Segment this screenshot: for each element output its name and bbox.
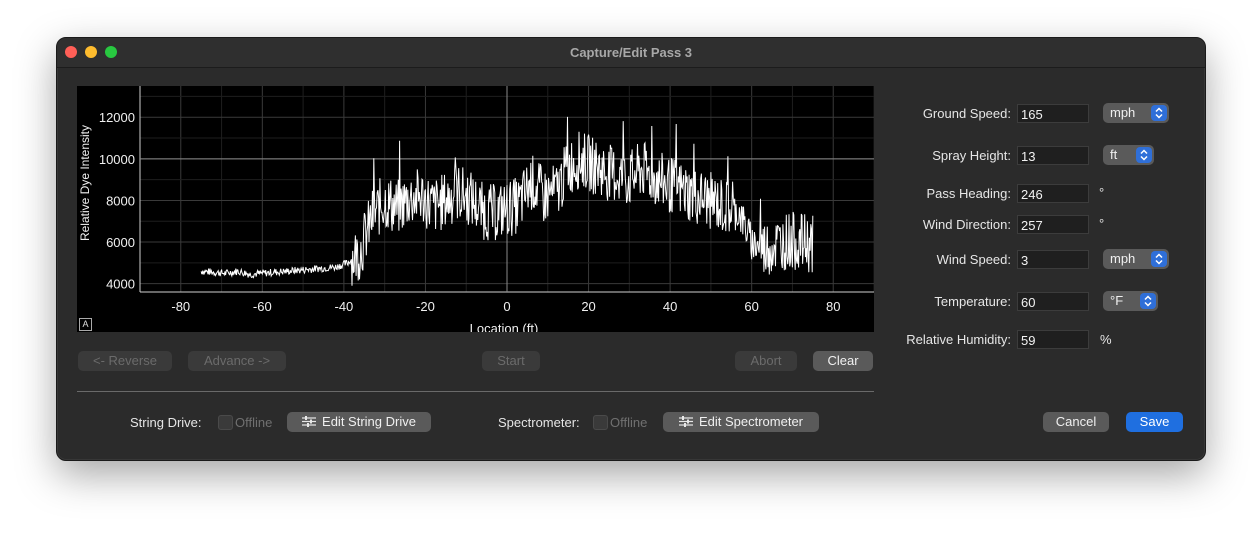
ground-speed-unit-value: mph <box>1110 105 1136 120</box>
edit-spectrometer-label: Edit Spectrometer <box>698 414 804 429</box>
x-tick-label: -40 <box>334 299 353 314</box>
ground-speed-field[interactable]: 165 <box>1017 104 1089 123</box>
spray-height-field[interactable]: 13 <box>1017 146 1089 165</box>
wind-direction-label: Wind Direction: <box>922 217 1011 232</box>
string-drive-offline-label: Offline <box>235 415 273 430</box>
x-tick-label: -60 <box>253 299 272 314</box>
wind-speed-unit-value: mph <box>1110 251 1136 266</box>
temperature-label: Temperature: <box>934 294 1011 309</box>
y-tick-label: 12000 <box>99 110 135 125</box>
relative-humidity-unit: % <box>1100 332 1112 347</box>
wind-speed-unit-select[interactable]: mph <box>1103 249 1169 269</box>
ground-speed-label: Ground Speed: <box>922 106 1011 121</box>
start-button[interactable]: Start <box>482 351 540 371</box>
chevron-up-down-icon <box>1151 105 1167 121</box>
edit-spectrometer-button[interactable]: Edit Spectrometer <box>663 412 819 432</box>
x-tick-label: -80 <box>171 299 190 314</box>
temperature-field[interactable]: 60 <box>1017 292 1089 311</box>
save-button[interactable]: Save <box>1126 412 1183 432</box>
auto-scale-icon[interactable]: A <box>79 318 92 331</box>
capture-edit-window: Capture/Edit Pass 3 -80 -60 -40 -20 0 20 40 60 8… <box>56 37 1206 461</box>
x-tick-label: 0 <box>503 299 510 314</box>
sliders-icon <box>678 413 693 433</box>
advance-button[interactable]: Advance -> <box>188 351 286 371</box>
separator <box>77 391 874 392</box>
wind-speed-label: Wind Speed: <box>936 252 1011 267</box>
temperature-unit-select[interactable]: °F <box>1103 291 1158 311</box>
dye-intensity-chart: -80 -60 -40 -20 0 20 40 60 80 4000 6000 8000 10000 12… <box>77 86 874 332</box>
x-tick-label: 80 <box>826 299 840 314</box>
y-axis-title: Relative Dye Intensity <box>78 125 92 241</box>
pass-heading-field[interactable]: 246 <box>1017 184 1089 203</box>
spray-height-label: Spray Height: <box>932 148 1011 163</box>
edit-string-drive-label: Edit String Drive <box>322 414 416 429</box>
spray-height-unit-value: ft <box>1110 147 1118 162</box>
x-tick-label: 40 <box>663 299 677 314</box>
abort-button[interactable]: Abort <box>735 351 797 371</box>
title-bar: Capture/Edit Pass 3 <box>57 38 1205 68</box>
x-tick-label: 20 <box>581 299 595 314</box>
sliders-icon <box>302 413 317 433</box>
pass-heading-unit: ° <box>1099 185 1105 200</box>
x-axis-title: Location (ft) <box>470 321 539 332</box>
y-tick-label: 4000 <box>106 277 135 292</box>
chevron-up-down-icon <box>1151 251 1167 267</box>
clear-button[interactable]: Clear <box>813 351 873 371</box>
wind-speed-field[interactable]: 3 <box>1017 250 1089 269</box>
spray-height-unit-select[interactable]: ft <box>1103 145 1154 165</box>
chart-svg: -80 -60 -40 -20 0 20 40 60 80 4000 6000 8000 10000 12… <box>78 86 874 332</box>
y-tick-label: 10000 <box>99 152 135 167</box>
y-tick-label: 6000 <box>106 235 135 250</box>
y-tick-label: 8000 <box>106 193 135 208</box>
x-tick-label: 60 <box>744 299 758 314</box>
relative-humidity-label: Relative Humidity: <box>906 332 1011 347</box>
relative-humidity-field[interactable]: 59 <box>1017 330 1089 349</box>
chevron-up-down-icon <box>1140 293 1156 309</box>
x-tick-label: -20 <box>416 299 435 314</box>
temperature-unit-value: °F <box>1110 293 1124 308</box>
reverse-button[interactable]: <- Reverse <box>78 351 172 371</box>
ground-speed-unit-select[interactable]: mph <box>1103 103 1169 123</box>
string-drive-offline-checkbox[interactable] <box>218 415 233 430</box>
spectrometer-offline-checkbox[interactable] <box>593 415 608 430</box>
wind-direction-field[interactable]: 257 <box>1017 215 1089 234</box>
string-drive-label: String Drive: <box>130 415 202 430</box>
chevron-up-down-icon <box>1136 147 1152 163</box>
wind-direction-unit: ° <box>1099 216 1105 231</box>
cancel-button[interactable]: Cancel <box>1043 412 1109 432</box>
edit-string-drive-button[interactable]: Edit String Drive <box>287 412 431 432</box>
spectrometer-label: Spectrometer: <box>498 415 580 430</box>
spectrometer-offline-label: Offline <box>610 415 648 430</box>
window-title: Capture/Edit Pass 3 <box>569 45 693 60</box>
pass-heading-label: Pass Heading: <box>926 186 1011 201</box>
